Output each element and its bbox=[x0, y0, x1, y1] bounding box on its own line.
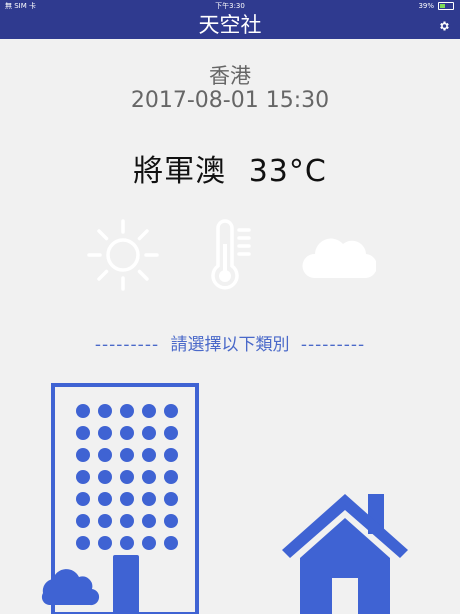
temperature-value: 33°C bbox=[248, 154, 327, 189]
status-bar: 無 SIM 卡 下午3:30 39% bbox=[0, 0, 460, 12]
gear-icon[interactable] bbox=[438, 20, 450, 32]
weather-icon-row bbox=[0, 218, 460, 298]
category-prompt-text: 請選擇以下類別 bbox=[170, 335, 290, 355]
divider-dashes-right: --------- bbox=[300, 335, 366, 355]
sun-icon[interactable] bbox=[86, 218, 160, 292]
building-category-icon[interactable] bbox=[40, 383, 202, 614]
datetime-label: 2017-08-01 15:30 bbox=[130, 88, 330, 113]
city-label: 香港 bbox=[209, 64, 251, 88]
category-prompt: --------- 請選擇以下類別 --------- bbox=[0, 330, 460, 355]
station-reading: 將軍澳 33°C bbox=[0, 146, 460, 190]
battery-percent: 39% bbox=[418, 2, 434, 10]
battery-icon bbox=[438, 2, 454, 10]
app-title: 天空社 bbox=[198, 13, 262, 37]
status-right: 39% bbox=[418, 0, 454, 12]
cloud-icon[interactable] bbox=[300, 228, 376, 284]
divider-dashes-left: --------- bbox=[94, 335, 160, 355]
home-category-icon[interactable] bbox=[280, 488, 410, 614]
station-name: 將軍澳 bbox=[133, 154, 227, 189]
thermometer-icon[interactable] bbox=[205, 218, 255, 292]
nav-bar: 天空社 bbox=[0, 12, 460, 39]
clock-label: 下午3:30 bbox=[215, 2, 245, 10]
